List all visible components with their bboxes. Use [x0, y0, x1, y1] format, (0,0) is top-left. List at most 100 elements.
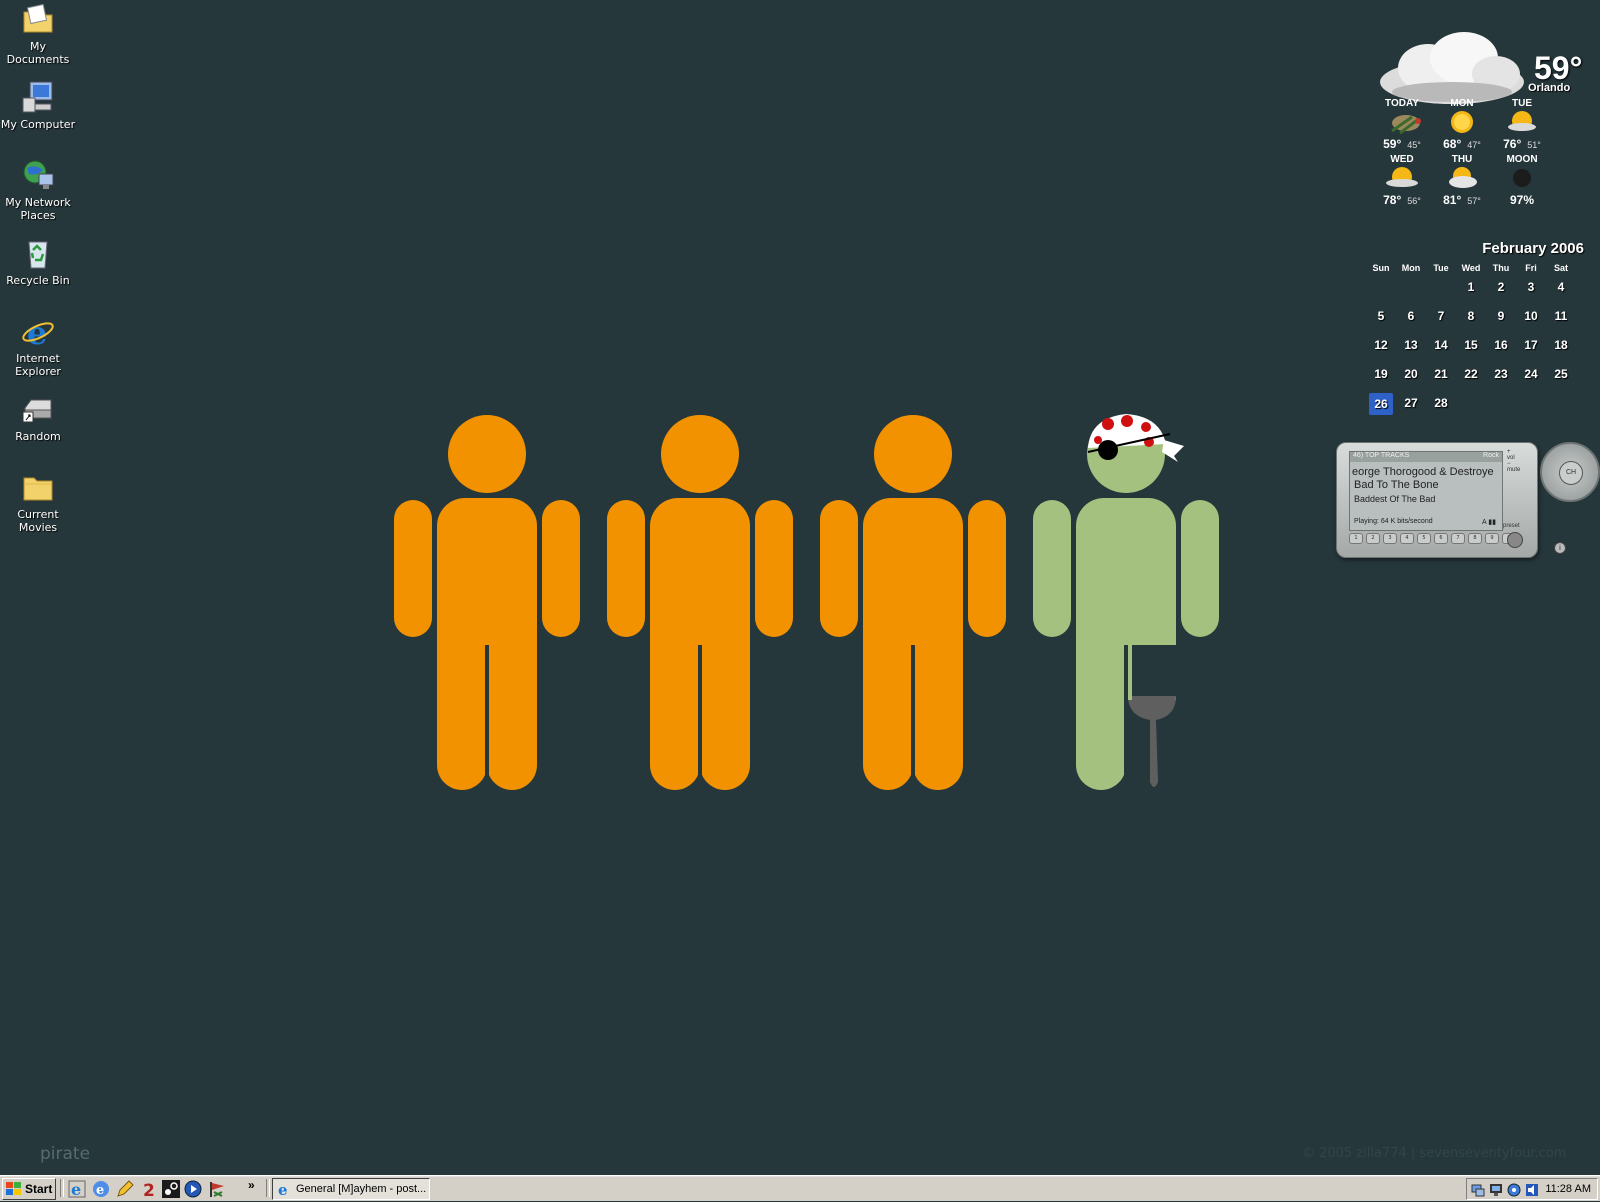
preset-button[interactable]: 5 — [1417, 533, 1431, 544]
calendar-day[interactable]: 9 — [1486, 302, 1516, 331]
preset-save-button[interactable] — [1507, 532, 1523, 548]
flag-app-icon[interactable] — [208, 1180, 226, 1198]
media-player-icon[interactable] — [184, 1180, 202, 1198]
preset-button[interactable]: 7 — [1451, 533, 1465, 544]
calendar-day[interactable]: 1 — [1456, 273, 1486, 302]
calendar-day[interactable]: 8 — [1456, 302, 1486, 331]
preset-button[interactable]: 9 — [1485, 533, 1499, 544]
calendar-week: 5 6 7 8 9 10 11 — [1366, 302, 1588, 331]
svg-text:e: e — [96, 1183, 104, 1198]
icon-label: My Network Places — [5, 196, 71, 222]
clock[interactable]: 11:28 AM — [1545, 1183, 1591, 1195]
preset-button[interactable]: 4 — [1400, 533, 1414, 544]
moon-illumination: 97% — [1509, 193, 1535, 207]
calendar-day[interactable]: 22 — [1456, 360, 1486, 389]
calendar-day[interactable]: 15 — [1456, 331, 1486, 360]
day-high: 68° — [1443, 137, 1462, 151]
weekday-label: Wed — [1461, 263, 1481, 273]
weekday-label: Sat — [1553, 263, 1568, 273]
calendar-day[interactable]: 25 — [1546, 360, 1576, 389]
calendar-day[interactable]: 19 — [1366, 360, 1396, 389]
preset-button[interactable]: 3 — [1383, 533, 1397, 544]
start-button[interactable]: Start — [2, 1178, 56, 1200]
speaker-sync-tray-icon[interactable] — [1507, 1182, 1521, 1197]
preset-button[interactable]: 6 — [1434, 533, 1448, 544]
calendar-day[interactable]: 4 — [1546, 273, 1576, 302]
internet-explorer-icon[interactable]: e Internet Explorer — [0, 314, 76, 378]
number-two-icon[interactable]: 2 — [140, 1180, 158, 1201]
calendar-day[interactable]: 5 — [1366, 302, 1396, 331]
volume-tray-icon[interactable] — [1525, 1182, 1539, 1196]
ie-browser-icon[interactable]: e — [92, 1180, 110, 1198]
network-tray-icon[interactable] — [1471, 1182, 1485, 1197]
day-name: MON — [1450, 98, 1474, 109]
calendar-day[interactable]: 28 — [1426, 389, 1456, 418]
calendar-day[interactable]: 11 — [1546, 302, 1576, 331]
start-label: Start — [25, 1182, 53, 1196]
quicklaunch-overflow-button[interactable]: » — [248, 1178, 255, 1192]
weekday-label: Sun — [1372, 263, 1390, 273]
system-tray: 11:28 AM — [1466, 1178, 1598, 1200]
preset-button[interactable]: 2 — [1366, 533, 1380, 544]
calendar-day[interactable]: 21 — [1426, 360, 1456, 389]
folder-documents-icon — [21, 2, 55, 36]
weather-city: Orlando — [1528, 82, 1571, 94]
svg-text:e: e — [71, 1180, 81, 1198]
steam-icon[interactable] — [162, 1180, 180, 1198]
preset-button[interactable]: 1 — [1349, 533, 1363, 544]
preset-buttons: 1 2 3 4 5 6 7 8 9 0 — [1349, 533, 1519, 544]
info-button[interactable]: i — [1554, 542, 1566, 554]
current-movies-icon[interactable]: Current Movies — [0, 470, 76, 534]
weekday-label: Mon — [1401, 263, 1421, 273]
mute-label[interactable]: mute — [1507, 467, 1537, 473]
volume-controls: + vol − mute — [1507, 449, 1537, 473]
calendar-day[interactable]: 18 — [1546, 331, 1576, 360]
ie-logo-icon: e — [21, 314, 55, 352]
calendar-day[interactable]: 16 — [1486, 331, 1516, 360]
calendar-day[interactable]: 10 — [1516, 302, 1546, 331]
calendar-day[interactable]: 14 — [1426, 331, 1456, 360]
pencil-icon[interactable] — [116, 1180, 134, 1198]
calendar-day — [1396, 273, 1426, 302]
channel-dial[interactable]: CH — [1540, 442, 1600, 502]
my-computer-icon[interactable]: My Computer — [0, 80, 76, 131]
calendar-day — [1486, 389, 1516, 418]
taskbar-window-button[interactable]: e General [M]ayhem - post... — [272, 1178, 430, 1200]
my-documents-icon[interactable]: My Documents — [0, 2, 76, 66]
calendar-day[interactable]: 17 — [1516, 331, 1546, 360]
radio-widget[interactable]: 46) TOP TRACKS Rock eorge Thorogood & De… — [1336, 442, 1600, 560]
day-name: MOON — [1506, 154, 1538, 165]
folder-icon — [21, 470, 55, 504]
calendar-day[interactable]: 24 — [1516, 360, 1546, 389]
calendar-day[interactable]: 12 — [1366, 331, 1396, 360]
calendar-day[interactable]: 20 — [1396, 360, 1426, 389]
calendar-day[interactable]: 23 — [1486, 360, 1516, 389]
calendar-day-today[interactable]: 26 — [1369, 393, 1393, 415]
calendar-day[interactable]: 13 — [1396, 331, 1426, 360]
my-network-places-icon[interactable]: My Network Places — [0, 158, 76, 222]
calendar-day[interactable]: 27 — [1396, 389, 1426, 418]
calendar-day — [1366, 273, 1396, 302]
calendar-day[interactable]: 7 — [1426, 302, 1456, 331]
channel-center-button[interactable]: CH — [1559, 461, 1583, 485]
svg-text:e: e — [27, 314, 47, 348]
channel-genre: Rock — [1483, 452, 1499, 459]
calendar-day[interactable]: 3 — [1516, 273, 1546, 302]
preset-button[interactable]: 8 — [1468, 533, 1482, 544]
random-shortcut-icon[interactable]: Random — [0, 392, 76, 443]
calendar-widget[interactable]: February 2006 Sun Mon Tue Wed Thu Fri Sa… — [1366, 240, 1588, 418]
weather-widget[interactable]: 59° Orlando TODAY 59° 45° MON 68° 47° TUE … — [1368, 22, 1588, 222]
recycle-bin-icon[interactable]: Recycle Bin — [0, 236, 76, 287]
calendar-week: 1234 — [1366, 273, 1588, 302]
calendar-weekday-header: Sun Mon Tue Wed Thu Fri Sat — [1366, 257, 1588, 273]
day-name: TODAY — [1385, 98, 1419, 109]
wallpaper-credit: © 2005 zilla774 | sevenseventyfour.com — [1302, 1146, 1567, 1161]
radio-display: 46) TOP TRACKS Rock eorge Thorogood & De… — [1349, 451, 1503, 531]
ie-quicklaunch-icon[interactable]: e — [68, 1180, 86, 1199]
signal-bars-icon: ▮▮ — [1488, 519, 1496, 526]
calendar-day[interactable]: 6 — [1396, 302, 1426, 331]
calendar-day[interactable]: 2 — [1486, 273, 1516, 302]
monitor-tray-icon[interactable] — [1489, 1182, 1503, 1196]
icon-label: Internet Explorer — [15, 352, 61, 378]
taskbar: Start e e 2 » e General [M]ayhem - post.… — [0, 1175, 1600, 1201]
